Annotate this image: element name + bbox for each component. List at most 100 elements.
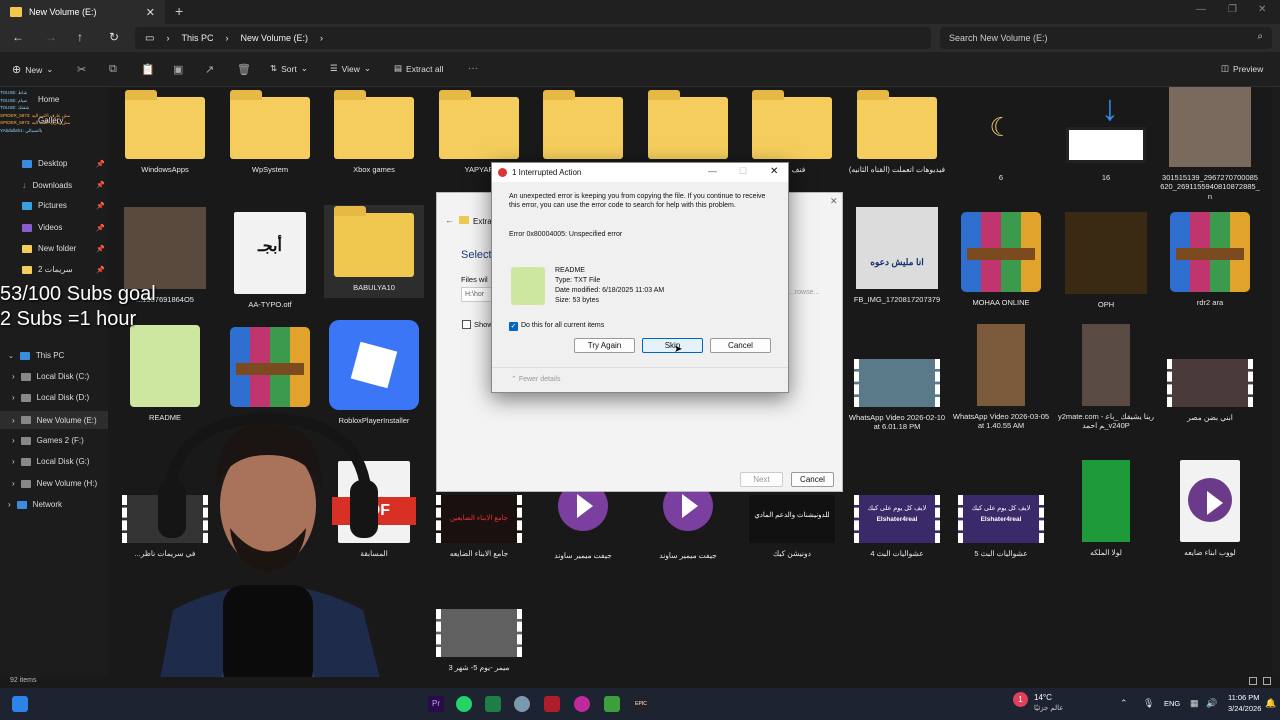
cancel-button[interactable]: Cancel (710, 338, 771, 353)
file-item[interactable]: لووب ابناء ضايعه (1160, 460, 1260, 557)
sidebar-item-videos[interactable]: Videos (22, 223, 62, 232)
up-icon[interactable]: ↑ (77, 30, 83, 44)
start-icon[interactable] (12, 696, 28, 712)
minimize-icon[interactable]: — (1196, 4, 1206, 15)
cut-icon[interactable]: ✂ (77, 63, 86, 76)
file-item[interactable]: لولا الملكه (1056, 460, 1156, 557)
chrome-icon[interactable] (514, 696, 530, 712)
delete-icon[interactable]: 🗑 (237, 63, 251, 76)
excel-icon[interactable] (485, 696, 501, 712)
clock-date[interactable]: 3/24/2026 (1228, 704, 1261, 713)
show-files-checkbox[interactable] (462, 320, 471, 329)
pin-icon[interactable]: 📌 (96, 202, 105, 210)
minimize-icon[interactable]: — (708, 166, 717, 176)
address-bar[interactable]: ▭ › This PC › New Volume (E:) › (135, 27, 931, 49)
file-item[interactable]: انا مليش دعوه FB_IMG_1720817207379 (847, 207, 947, 304)
sidebar-item-drive-e[interactable]: › New Volume (E:) (0, 411, 108, 429)
pin-icon[interactable]: 📌 (96, 224, 105, 232)
pin-icon[interactable]: 📌 (96, 181, 105, 189)
file-item[interactable]: MOHAA ONLINE (951, 212, 1051, 307)
clock-time[interactable]: 11:06 PM (1228, 693, 1260, 702)
sidebar-item-new-folder[interactable]: New folder (22, 244, 76, 253)
details-view-icon[interactable] (1249, 677, 1257, 685)
file-item[interactable]: لايف كل يوم على كيك Elshater4real عشواليات… (847, 495, 947, 558)
sidebar-item-drive-h[interactable]: › New Volume (H:) (12, 479, 97, 488)
copy-icon[interactable]: ⧉ (109, 63, 117, 76)
close-icon[interactable]: ✕ (770, 166, 778, 177)
file-item[interactable] (638, 90, 738, 165)
weather-temperature[interactable]: 14°C (1034, 693, 1052, 702)
file-item[interactable]: ابني بضن مصر (1160, 359, 1260, 422)
file-item[interactable]: Xbox games (324, 90, 424, 174)
acrobat-icon[interactable] (544, 696, 560, 712)
file-item-selected[interactable]: BABULYA10 (324, 205, 424, 299)
notification-icon[interactable]: 🔔 (1265, 698, 1276, 709)
sidebar-item-home[interactable]: Home (38, 95, 59, 104)
new-tab-button[interactable]: + (175, 3, 183, 19)
search-input[interactable]: Search New Volume (E:) ⌕ (940, 27, 1272, 49)
view-button[interactable]: ☰ View ⌄ (330, 63, 371, 74)
file-item[interactable]: ☾ 6 (951, 87, 1051, 182)
sidebar-item-this-pc[interactable]: ⌄ This PC (8, 351, 64, 360)
weather-description[interactable]: عالم جزئيًا (1034, 704, 1063, 712)
language-indicator[interactable]: ENG (1164, 699, 1180, 708)
sidebar-item-gallery[interactable]: Gallery (38, 116, 63, 125)
microphone-icon[interactable]: 🎙 (1143, 698, 1154, 709)
file-item[interactable]: ميمر -يوم 5- شهر 3 (429, 609, 529, 672)
back-icon[interactable]: ← (12, 30, 24, 44)
pin-icon[interactable]: 📌 (96, 160, 105, 168)
breadcrumb-new-volume[interactable]: New Volume (E:) (240, 33, 308, 43)
back-icon[interactable]: ← (445, 215, 454, 225)
fewer-details-toggle[interactable]: ⌃ Fewer details (511, 375, 560, 383)
sidebar-item-drive-d[interactable]: › Local Disk (D:) (12, 393, 89, 402)
pin-icon[interactable]: 📌 (96, 266, 105, 274)
close-tab-icon[interactable]: ✕ (146, 6, 155, 19)
browse-button[interactable]: ...rowse... (789, 289, 819, 296)
file-item[interactable]: جيفت ميمير ساوند (533, 481, 633, 560)
wizard-cancel-button[interactable]: Cancel (791, 472, 834, 487)
file-item[interactable]: فيديوهات اتعملت (القناه الثانيه) (847, 90, 947, 174)
app-icon[interactable] (574, 696, 590, 712)
skip-button[interactable]: Skip (642, 338, 703, 353)
file-item[interactable]: rdr2 ara (1160, 212, 1260, 307)
sidebar-item-drive-f[interactable]: › Games 2 (F:) (12, 436, 84, 445)
volume-icon[interactable]: 🔊 (1206, 698, 1217, 709)
close-icon[interactable]: ✕ (830, 196, 838, 207)
minecraft-icon[interactable] (604, 696, 620, 712)
sidebar-item-drive-g[interactable]: › Local Disk (G:) (12, 457, 90, 466)
file-item[interactable]: WpSystem (220, 90, 320, 174)
file-item[interactable]: أبجـ AA-TYPO.otf (220, 212, 320, 309)
sidebar-item-drive-c[interactable]: › Local Disk (C:) (12, 372, 89, 381)
premiere-icon[interactable]: Pr (428, 696, 444, 712)
sort-button[interactable]: ⇅ Sort ⌄ (270, 63, 308, 74)
file-item[interactable]: README (115, 325, 215, 422)
new-button[interactable]: ⊕ New ⌄ (12, 63, 53, 76)
forward-icon[interactable]: → (45, 30, 57, 44)
pin-icon[interactable]: 📌 (96, 245, 105, 253)
file-item[interactable]: WhatsApp Video 2026-03-05 at 1.40.55 AM (951, 324, 1051, 431)
file-item[interactable]: OPH (1056, 212, 1156, 309)
rename-icon[interactable]: ▣ (173, 63, 183, 76)
tab-new-volume[interactable]: New Volume (E:) ✕ (0, 0, 165, 24)
extract-all-button[interactable]: ▤ Extract all (394, 63, 443, 74)
file-item[interactable]: WindowsApps (115, 90, 215, 174)
destination-path-input[interactable]: H:\hor (461, 287, 495, 302)
more-options-icon[interactable]: ··· (468, 63, 478, 74)
sidebar-item-downloads[interactable]: ↓ Downloads (22, 180, 72, 190)
file-item[interactable]: WhatsApp Video 2026-02-10 at 6.01.18 PM (847, 359, 947, 432)
sidebar-item-desktop[interactable]: Desktop (22, 159, 67, 168)
share-icon[interactable]: ↗ (205, 63, 214, 76)
sidebar-item-streams[interactable]: سريمات 2 (22, 265, 73, 274)
maximize-icon[interactable]: ❐ (1228, 4, 1237, 15)
file-item[interactable]: 301515139_2967270700085620_2691155940810… (1160, 87, 1260, 201)
tiles-view-icon[interactable] (1263, 677, 1271, 685)
weather-badge[interactable]: 1 (1013, 692, 1028, 707)
chevron-up-icon[interactable]: ⌃ (1120, 698, 1128, 709)
file-item[interactable]: لايف كل يوم على كيك Elshater4real عشواليات… (951, 495, 1051, 558)
try-again-button[interactable]: Try Again (574, 338, 635, 353)
file-item[interactable]: REPO_v0.3.2 (220, 327, 320, 422)
sidebar-item-pictures[interactable]: Pictures (22, 201, 67, 210)
file-item[interactable]: ↓ 16 (1056, 87, 1156, 182)
whatsapp-icon[interactable] (456, 696, 472, 712)
paste-icon[interactable]: 📋 (141, 63, 155, 76)
